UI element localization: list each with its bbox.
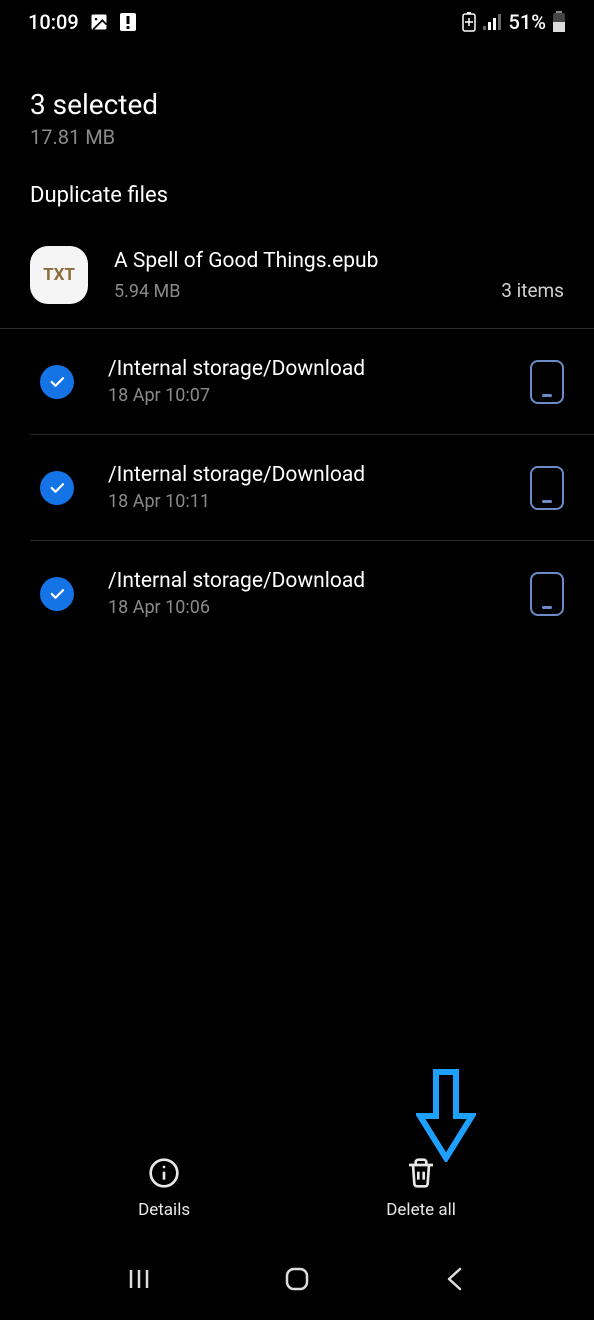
details-button[interactable]: Details: [138, 1157, 190, 1220]
selection-size: 17.81 MB: [30, 125, 564, 149]
status-time: 10:09: [28, 10, 79, 34]
file-list: /Internal storage/Download 18 Apr 10:07 …: [0, 329, 594, 646]
file-date: 18 Apr 10:06: [108, 597, 530, 618]
alert-icon: [119, 12, 137, 32]
home-button[interactable]: [277, 1259, 317, 1299]
image-icon: [89, 12, 109, 32]
battery-percent: 51%: [509, 10, 546, 34]
delete-all-label: Delete all: [386, 1200, 456, 1220]
file-date: 18 Apr 10:07: [108, 385, 530, 406]
file-path: /Internal storage/Download: [108, 569, 530, 593]
recents-button[interactable]: [119, 1259, 159, 1299]
signal-icon: [483, 14, 503, 30]
battery-icon: [552, 11, 566, 33]
info-icon: [148, 1157, 180, 1194]
status-bar: 10:09 51%: [0, 0, 594, 40]
file-item[interactable]: /Internal storage/Download 18 Apr 10:11: [30, 435, 594, 541]
selection-header: 3 selected 17.81 MB: [0, 40, 594, 159]
annotation-arrow-icon: [416, 1068, 476, 1166]
section-title: Duplicate files: [0, 159, 594, 236]
file-path: /Internal storage/Download: [108, 463, 530, 487]
device-phone-icon: [530, 572, 564, 616]
device-phone-icon: [530, 360, 564, 404]
device-phone-icon: [530, 466, 564, 510]
selection-count: 3 selected: [30, 88, 564, 121]
checkbox-checked-icon[interactable]: [40, 471, 74, 505]
back-button[interactable]: [435, 1259, 475, 1299]
group-size: 5.94 MB: [114, 281, 181, 302]
file-item[interactable]: /Internal storage/Download 18 Apr 10:06: [30, 541, 594, 646]
file-item[interactable]: /Internal storage/Download 18 Apr 10:07: [30, 329, 594, 435]
checkbox-checked-icon[interactable]: [40, 365, 74, 399]
battery-saver-icon: [461, 12, 477, 32]
delete-all-button[interactable]: Delete all: [386, 1157, 456, 1220]
system-nav-bar: [0, 1238, 594, 1320]
group-filename: A Spell of Good Things.epub: [114, 249, 564, 273]
file-path: /Internal storage/Download: [108, 357, 530, 381]
duplicate-group[interactable]: TXT A Spell of Good Things.epub 5.94 MB …: [0, 236, 594, 329]
file-date: 18 Apr 10:11: [108, 491, 530, 512]
trash-icon: [405, 1157, 437, 1194]
group-count: 3 items: [501, 279, 564, 302]
checkbox-checked-icon[interactable]: [40, 577, 74, 611]
file-type-badge: TXT: [30, 246, 88, 304]
details-label: Details: [138, 1200, 190, 1220]
action-bar: Details Delete all: [0, 1157, 594, 1238]
